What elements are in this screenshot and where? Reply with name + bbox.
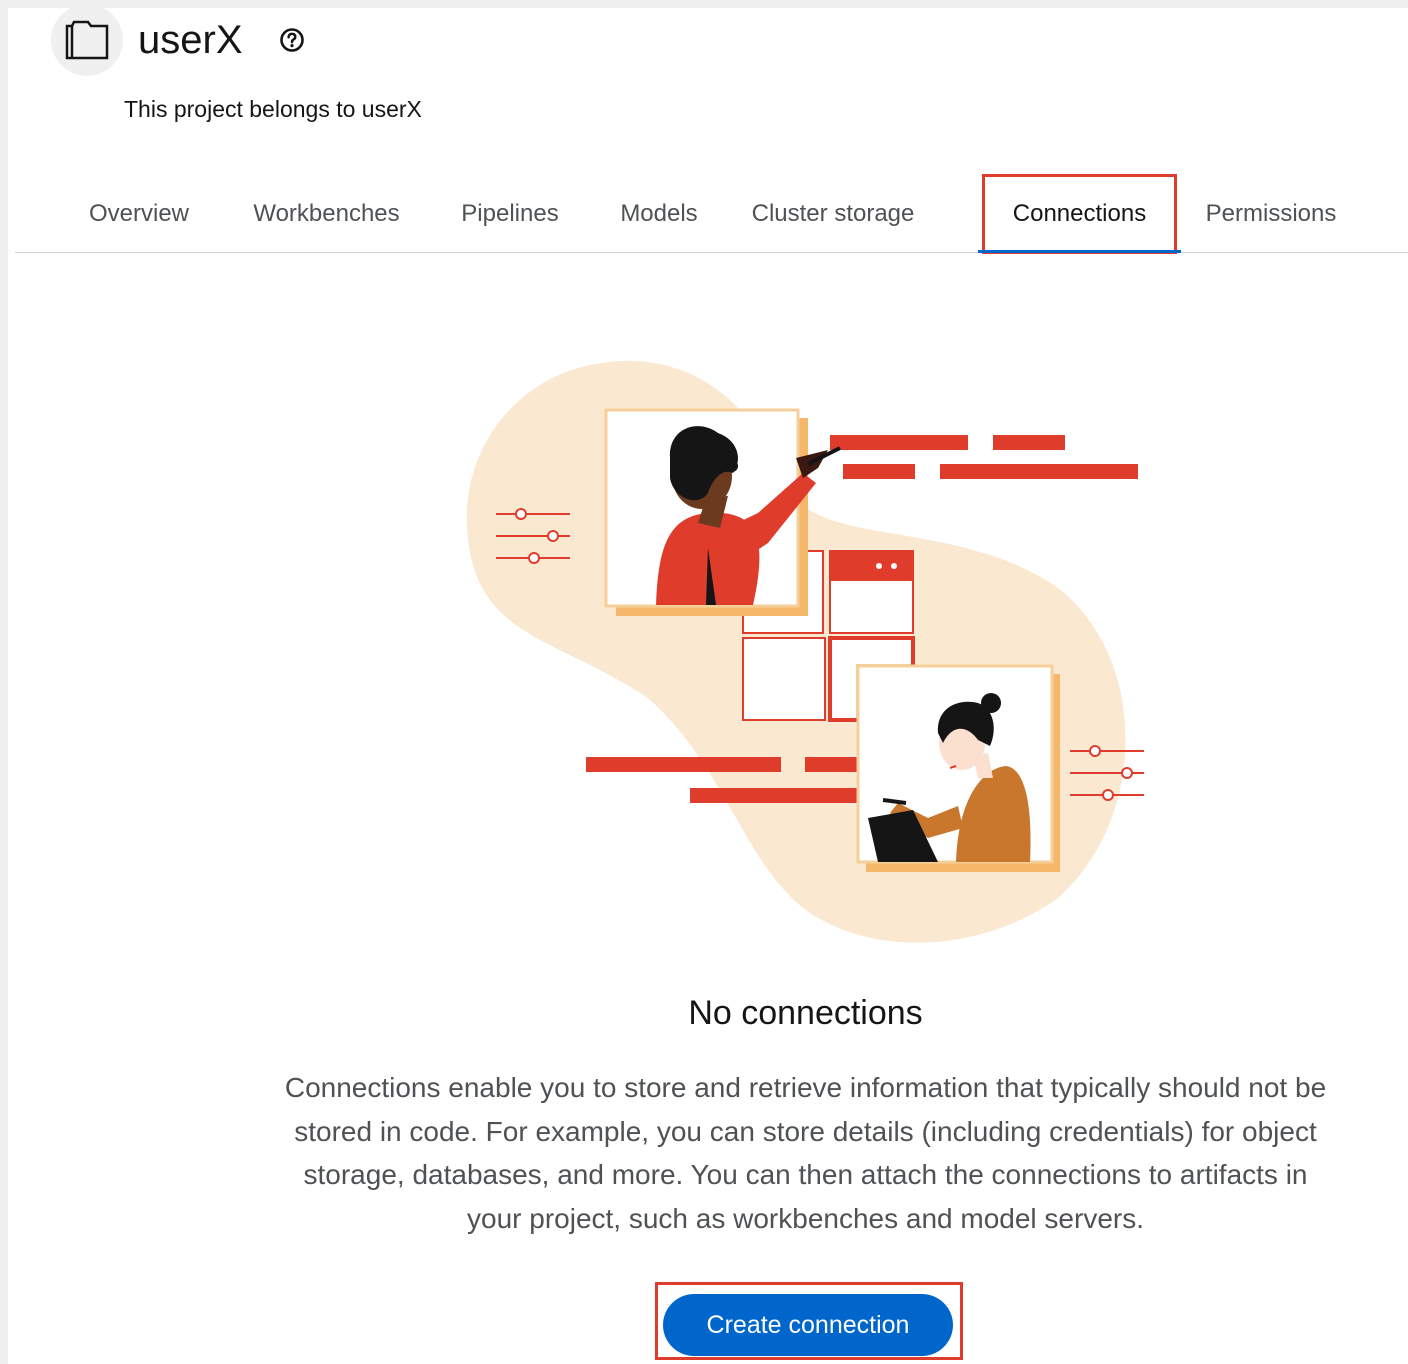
highlight-outline: Create connection	[655, 1282, 963, 1360]
project-description: This project belongs to userX	[124, 96, 422, 122]
empty-state-title: No connections	[688, 994, 923, 1032]
tab-label: Overview	[88, 200, 190, 227]
project-details-page: userX This project belongs to userX Over…	[8, 4, 1408, 1364]
tab-label: Connections	[1012, 200, 1147, 227]
tab-label: Cluster storage	[751, 200, 915, 227]
code-bars-top	[830, 435, 1138, 479]
tab-permissions[interactable]: Permissions	[1181, 176, 1361, 252]
page-title: userX	[138, 18, 243, 62]
question-circle-icon[interactable]	[279, 27, 305, 53]
tab-label: Workbenches	[253, 200, 400, 227]
tab-cluster-storage[interactable]: Cluster storage	[688, 176, 978, 252]
tab-label: Models	[620, 200, 698, 227]
project-icon-badge	[51, 4, 123, 76]
create-connection-button[interactable]: Create connection	[663, 1294, 953, 1356]
tab-models[interactable]: Models	[620, 176, 697, 252]
tab-workbenches[interactable]: Workbenches	[253, 176, 399, 252]
project-header: userX This project belongs to userX Over…	[8, 4, 1408, 254]
tab-label: Permissions	[1205, 200, 1337, 227]
empty-state-illustration	[466, 360, 1144, 943]
tab-overview[interactable]: Overview	[15, 176, 263, 252]
project-tabs: Overview Workbenches Pipelines Models Cl…	[15, 174, 1408, 254]
person-bottom-frame	[856, 664, 1060, 872]
tab-connections[interactable]: Connections	[978, 174, 1181, 254]
project-folder-icon	[65, 20, 109, 60]
person-top-frame	[604, 408, 841, 616]
tab-label: Pipelines	[461, 200, 559, 227]
empty-state-body: Connections enable you to store and retr…	[284, 1072, 1327, 1234]
tab-pipelines[interactable]: Pipelines	[390, 176, 630, 252]
